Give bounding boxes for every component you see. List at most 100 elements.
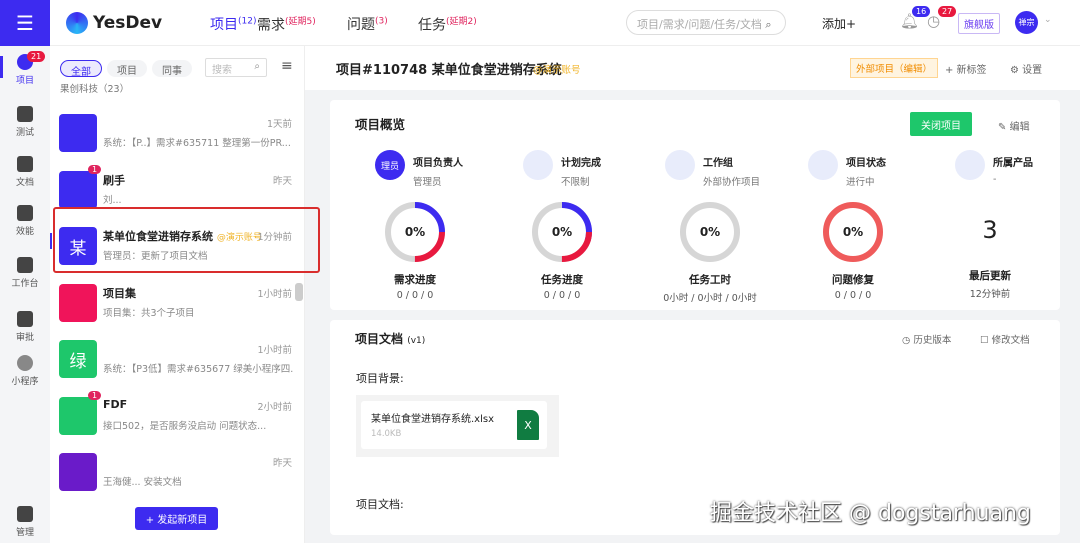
overview-card: 项目概览 关闭项目 ✎ 编辑 理员 项目负责人 管理员 计划完成 不限制 工作组…	[330, 100, 1060, 310]
active-indicator	[50, 233, 52, 249]
update-detail: 12分钟前	[969, 289, 1011, 300]
settings-label: 设置	[1022, 65, 1043, 76]
tab-issues[interactable]: 问题(3)	[347, 14, 388, 34]
ring-chart: 0%	[532, 202, 592, 262]
item-title-text: 刷手	[103, 173, 125, 187]
update-label: 最后更新	[969, 270, 1011, 282]
new-tag-button[interactable]: + 新标签	[945, 61, 987, 76]
list-item[interactable]: 项目集 项目集：共3个子项目 1小时前	[50, 275, 300, 331]
edit-label: 编辑	[1009, 122, 1030, 133]
list-search-input[interactable]: 搜索 ⌕	[205, 58, 267, 77]
rail-item-0[interactable]: 项目 21	[0, 51, 50, 86]
excel-file-icon: X	[517, 410, 539, 440]
stat-value: 管理员	[413, 177, 442, 188]
tab-label: 问题	[347, 17, 375, 33]
item-subtitle: 刘...	[103, 194, 122, 206]
project-list-panel: 全部 项目 同事 搜索 ⌕ ≡ 果创科技（23） 系统：【P..】需求#63571…	[50, 46, 320, 543]
add-button[interactable]: 添加+	[822, 15, 856, 32]
rail-item-2[interactable]: 文档	[0, 156, 50, 188]
group-label: 果创科技（23）	[60, 84, 130, 95]
external-project-tag[interactable]: 外部项目（编辑）	[850, 58, 939, 78]
file-card[interactable]: 某单位食堂进销存系统.xlsx 14.0KB X	[356, 395, 559, 457]
list-menu-icon[interactable]: ≡	[281, 58, 293, 74]
new-project-button[interactable]: + 发起新项目	[135, 507, 218, 530]
stat-value: 不限制	[561, 177, 590, 188]
file-size: 14.0KB	[371, 429, 402, 439]
unread-badge: 1	[88, 390, 102, 400]
rail-item-7[interactable]: 管理	[0, 506, 50, 538]
file-name: 某单位食堂进销存系统.xlsx	[371, 414, 495, 425]
logo[interactable]: YesDev	[66, 12, 162, 34]
ring-detail: 0 / 0 / 0	[834, 290, 872, 301]
filter-projects[interactable]: 项目	[107, 60, 147, 77]
rail-label: 效能	[15, 227, 34, 237]
progress-ring-0: 0% 需求进度 0 / 0 / 0	[375, 200, 455, 301]
docs-version: (v1)	[407, 336, 426, 346]
menu-toggle-icon[interactable]: ☰	[0, 0, 50, 46]
stat-label: 所属产品	[993, 158, 1033, 169]
search-placeholder: 项目/需求/问题/任务/文档	[637, 18, 762, 31]
docs-label: 项目文档:	[356, 498, 404, 511]
overview-title: 项目概览	[355, 117, 406, 132]
rail-icon-3	[17, 205, 33, 221]
update-count: 3	[982, 216, 998, 244]
filter-colleagues[interactable]: 同事	[152, 60, 192, 77]
edition-badge[interactable]: 旗舰版	[958, 13, 1000, 34]
rail-item-6[interactable]: 小程序	[0, 355, 50, 387]
edit-icon: ☐	[980, 335, 989, 346]
list-item[interactable]: 系统：【P..】需求#635711 整理第一份PR... 1天前	[50, 105, 300, 161]
modify-doc-button[interactable]: ☐ 修改文档	[980, 332, 1030, 346]
search-placeholder: 搜索	[212, 65, 232, 76]
unread-badge: 1	[88, 164, 102, 174]
stat-label: 项目负责人	[413, 158, 463, 169]
global-search-input[interactable]: 项目/需求/问题/任务/文档 ⌕	[626, 10, 786, 35]
edit-icon: ✎	[998, 122, 1007, 133]
rail-label: 管理	[15, 528, 34, 538]
logo-icon	[66, 12, 88, 34]
stat-label: 计划完成	[561, 158, 601, 169]
list-item[interactable]: FDF 接口502，是否服务没启动 问题状态... 2小时前 1	[50, 388, 300, 444]
search-icon: ⌕	[765, 18, 772, 31]
avatar[interactable]: 禅宗	[1015, 11, 1038, 34]
item-subtitle: 接口502，是否服务没启动 问题状态...	[103, 420, 267, 432]
demo-account-tag: @演示账号	[533, 65, 581, 76]
rail-icon-6	[17, 355, 33, 371]
collapse-handle[interactable]	[295, 283, 303, 301]
progress-ring-3: 0% 问题修复 0 / 0 / 0	[813, 200, 893, 301]
history-button[interactable]: ◷ 历史版本	[902, 332, 951, 346]
chevron-down-icon[interactable]: ⌄	[1044, 15, 1052, 25]
project-avatar	[59, 170, 97, 209]
tab-label: 任务	[418, 17, 446, 34]
settings-button[interactable]: ⚙ 设置	[1010, 61, 1042, 76]
rail-label: 小程序	[11, 377, 39, 387]
rail-item-4[interactable]: 工作台	[0, 257, 50, 289]
item-subtitle: 王海健... 安装文档	[103, 477, 182, 488]
docs-title-text: 项目文档	[355, 332, 404, 346]
item-time: 1小时前	[257, 288, 292, 300]
close-project-button[interactable]: 关闭项目	[910, 112, 972, 136]
ring-label: 任务工时	[689, 274, 731, 286]
rail-item-1[interactable]: 测试	[0, 106, 50, 138]
list-item[interactable]: 王海健... 安装文档 昨天	[50, 444, 300, 500]
filter-all[interactable]: 全部	[60, 60, 102, 78]
list-item[interactable]: 绿 系统：【P3低】需求#635677 绿美小程序四... 1小时前	[50, 331, 300, 387]
modify-label: 修改文档	[991, 335, 1030, 346]
ring-percent: 0%	[552, 225, 572, 239]
rail-item-5[interactable]: 审批	[0, 311, 50, 343]
rail-badge: 21	[27, 51, 46, 62]
ring-detail: 0小时 / 0小时 / 0小时	[663, 293, 757, 304]
item-title-text: FDF	[103, 397, 128, 411]
tab-label: 需求	[257, 17, 285, 34]
stat-label: 项目状态	[846, 158, 886, 169]
tab-projects[interactable]: 项目(12)	[210, 14, 256, 34]
project-title-bar: 项目#110748 某单位食堂进销存系统 @演示账号 外部项目（编辑） + 新标…	[305, 46, 1080, 90]
ring-percent: 0%	[843, 225, 863, 239]
item-title: FDF	[103, 398, 263, 411]
project-avatar	[59, 283, 97, 322]
rail-label: 测试	[15, 128, 34, 138]
rail-item-3[interactable]: 效能	[0, 205, 50, 237]
tab-tasks[interactable]: 任务(延期2)	[418, 14, 477, 35]
last-update: 3 最后更新 12分钟前	[950, 200, 1030, 300]
tab-requirements[interactable]: 需求(延期5)	[257, 14, 316, 35]
edit-button[interactable]: ✎ 编辑	[998, 118, 1030, 133]
